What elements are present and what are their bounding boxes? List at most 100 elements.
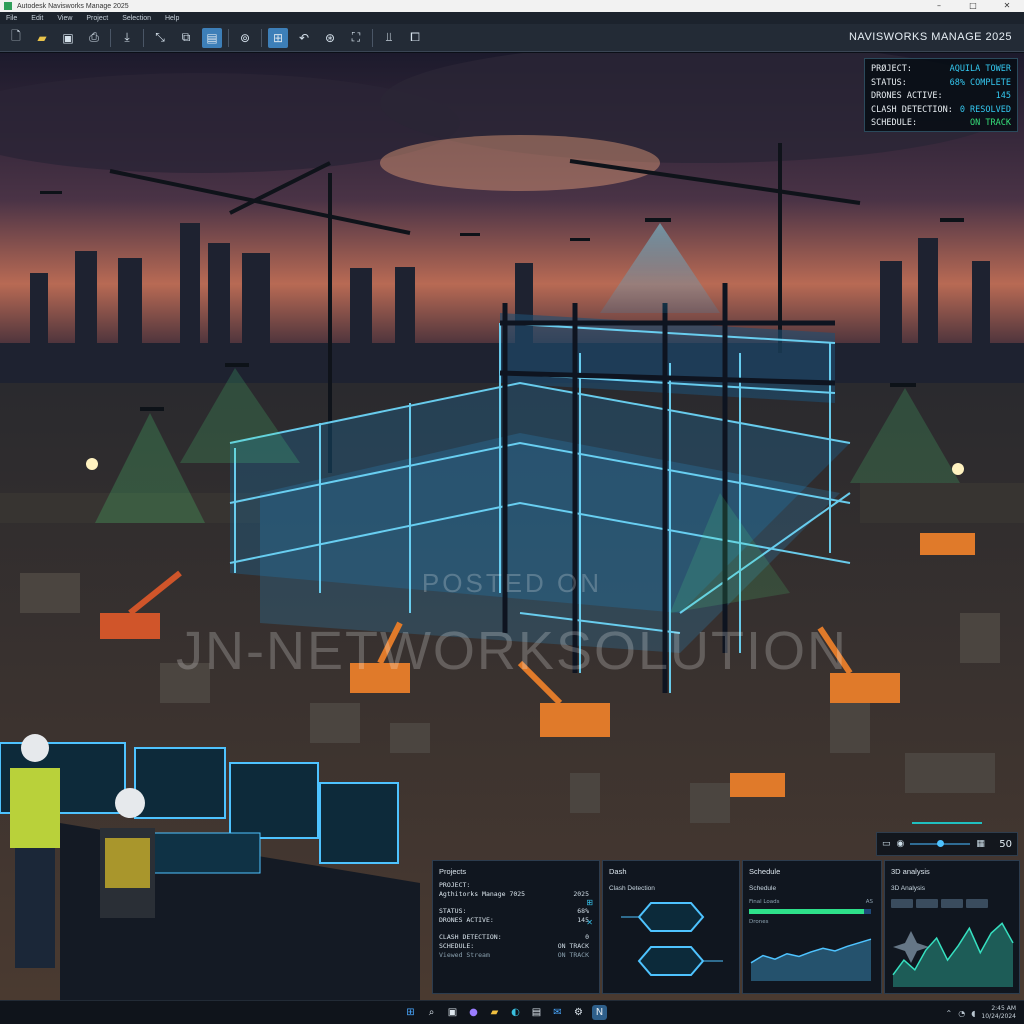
status-row-drones: DRONES ACTIVE: 145 <box>871 90 1011 104</box>
select-icon[interactable]: ⧉ <box>176 28 196 48</box>
zoom-slider-thumb[interactable] <box>937 840 945 847</box>
close-x-icon[interactable]: ✕ <box>586 913 593 933</box>
close-button[interactable]: ✕ <box>992 0 1022 12</box>
zoom-value: 50 <box>999 838 1012 850</box>
project-row: Agthitorks Manage 7025 2025 <box>439 890 589 899</box>
status-label: STATUS: <box>871 77 907 88</box>
menu-project[interactable]: Project <box>86 15 108 22</box>
status-value: 68% COMPLETE <box>949 77 1011 88</box>
settings-icon[interactable]: ⚙ <box>571 1005 586 1020</box>
project-row: Viewed Stream ON TRACK <box>439 951 589 960</box>
project-row: CLASH DETECTION: 0 <box>439 933 589 942</box>
row-value: ON TRACK <box>557 942 589 950</box>
row-value: ON TRACK <box>557 951 589 959</box>
store-icon[interactable]: ▤ <box>529 1005 544 1020</box>
status-row-project: PRØJECT: AQUILA TOWER <box>871 63 1011 77</box>
taskbar: ⊞ ⌕ ▣ ● ▰ ◐ ▤ ✉ ⚙ N ⌃ ◔ ◖ 2:45 AM 10/24/… <box>0 1000 1024 1024</box>
wifi-icon[interactable]: ◔ <box>958 1009 965 1018</box>
drones-value: 145 <box>995 91 1011 101</box>
analysis-chip[interactable] <box>966 899 988 908</box>
section-icon[interactable]: ▤ <box>202 27 222 48</box>
viewpoint-icon[interactable]: ⧠ <box>405 28 425 48</box>
save-icon[interactable]: ▣ <box>58 28 78 48</box>
project-value: AQUILA TOWER <box>949 64 1011 74</box>
analysis-panel-subtitle: 3D Analysis <box>891 885 925 892</box>
measure-icon[interactable]: ⤡ <box>150 28 170 48</box>
schedule-progress-fill <box>749 909 864 914</box>
schedule-progress-bar <box>749 909 871 914</box>
open-folder-icon[interactable]: ▰ <box>32 28 52 48</box>
row-key: DRONES ACTIVE: <box>439 916 494 924</box>
analysis-chip[interactable] <box>891 899 913 908</box>
zoom-slider[interactable] <box>910 840 971 847</box>
schedule-area-chart <box>750 938 872 981</box>
minimize-button[interactable]: – <box>924 0 954 12</box>
toolbar-separator <box>372 28 373 47</box>
analysis-panel-title[interactable]: 3D analysis <box>891 867 930 876</box>
clash-value: 0 RESOLVED <box>959 104 1011 115</box>
import-icon[interactable]: ⤓ <box>117 28 137 48</box>
status-row-schedule: SCHEDULE: ON TRACK <box>871 117 1011 131</box>
toolbar-separator <box>143 28 144 47</box>
viewport-controls: ▭ ◉ ▦ 50 <box>876 832 1018 856</box>
explorer-icon[interactable]: ▰ <box>487 1005 502 1020</box>
drones-label: DRONES ACTIVE: <box>871 91 943 101</box>
volume-icon[interactable]: ◖ <box>971 1009 975 1018</box>
construction-site-render <box>0 53 1024 1000</box>
camera-icon[interactable]: ▭ <box>882 839 891 849</box>
menu-view[interactable]: View <box>57 15 72 22</box>
projects-panel-title[interactable]: Projects <box>439 867 466 876</box>
analysis-chip[interactable] <box>916 899 938 908</box>
menu-bar: File Edit View Project Selection Help <box>0 12 1024 24</box>
clash-panel-subtitle: Clash Detection <box>609 885 655 892</box>
toolbar: 🗋 ▰ ▣ ⎙ ⤓ ⤡ ⧉ ▤ ⊚ ⊞ ↶ ⊛ ⛶ ⫫ ⧠ NAVISWORKS… <box>0 24 1024 52</box>
orbit-icon[interactable]: ⊚ <box>235 28 255 48</box>
project-row: PROJECT: <box>439 881 589 890</box>
menu-file[interactable]: File <box>6 15 17 22</box>
clash-panel: Dash Clash Detection <box>602 860 740 994</box>
maximize-button[interactable]: □ <box>958 0 988 12</box>
clock[interactable]: 2:45 AM 10/24/2024 <box>981 1005 1016 1021</box>
menu-selection[interactable]: Selection <box>122 15 151 22</box>
clock-date: 10/24/2024 <box>981 1013 1016 1020</box>
status-row-status: STATUS: 68% COMPLETE <box>871 77 1011 91</box>
schedule-panel: Schedule Schedule Final Loads AS Drones <box>742 860 882 994</box>
fit-icon[interactable]: ⛶ <box>346 28 366 48</box>
toolbar-separator <box>228 28 229 47</box>
navisworks-icon[interactable]: N <box>592 1005 607 1020</box>
clash-label: CLASH DETECTION: <box>871 104 953 115</box>
title-bar: Autodesk Navisworks Manage 2025 – □ ✕ <box>0 0 1024 12</box>
row-key: Agthitorks Manage 7025 <box>439 890 526 898</box>
projects-panel: Projects PROJECT: Agthitorks Manage 7025… <box>432 860 600 994</box>
menu-help[interactable]: Help <box>165 15 179 22</box>
schedule-chart-area <box>751 939 871 981</box>
print-icon[interactable]: ⎙ <box>84 28 104 48</box>
clash-icon[interactable]: ⊛ <box>320 28 340 48</box>
schedule-panel-title[interactable]: Schedule <box>749 867 780 876</box>
chevron-up-icon[interactable]: ⌃ <box>946 1009 953 1018</box>
taskbar-apps: ⊞ ⌕ ▣ ● ▰ ◐ ▤ ✉ ⚙ N <box>403 1005 607 1020</box>
grid-icon[interactable]: ▦ <box>976 839 985 849</box>
expand-icon[interactable]: ⊞ <box>586 893 593 913</box>
project-label: PRØJECT: <box>871 64 912 74</box>
edge-icon[interactable]: ◐ <box>508 1005 523 1020</box>
menu-edit[interactable]: Edit <box>31 15 43 22</box>
row-key: SCHEDULE: <box>439 942 475 950</box>
undo-icon[interactable]: ↶ <box>294 28 314 48</box>
new-file-icon[interactable]: 🗋 <box>6 28 26 48</box>
clash-detection-graphic <box>621 902 723 976</box>
clash-panel-title[interactable]: Dash <box>609 867 627 876</box>
project-row: DRONES ACTIVE: 145 <box>439 916 589 925</box>
chat-icon[interactable]: ● <box>466 1005 481 1020</box>
timeliner-icon[interactable]: ⫫ <box>379 28 399 48</box>
windows-start-icon[interactable]: ⊞ <box>403 1005 418 1020</box>
schedule-bar-label: Final Loads <box>749 899 780 905</box>
search-icon[interactable]: ⌕ <box>424 1005 439 1020</box>
mail-icon[interactable]: ✉ <box>550 1005 565 1020</box>
analysis-chip[interactable] <box>941 899 963 908</box>
walk-icon[interactable]: ⊞ <box>268 27 288 48</box>
widgets-icon[interactable]: ▣ <box>445 1005 460 1020</box>
project-row: SCHEDULE: ON TRACK <box>439 942 589 951</box>
3d-viewport[interactable] <box>0 53 1024 1000</box>
eye-icon[interactable]: ◉ <box>897 839 905 849</box>
